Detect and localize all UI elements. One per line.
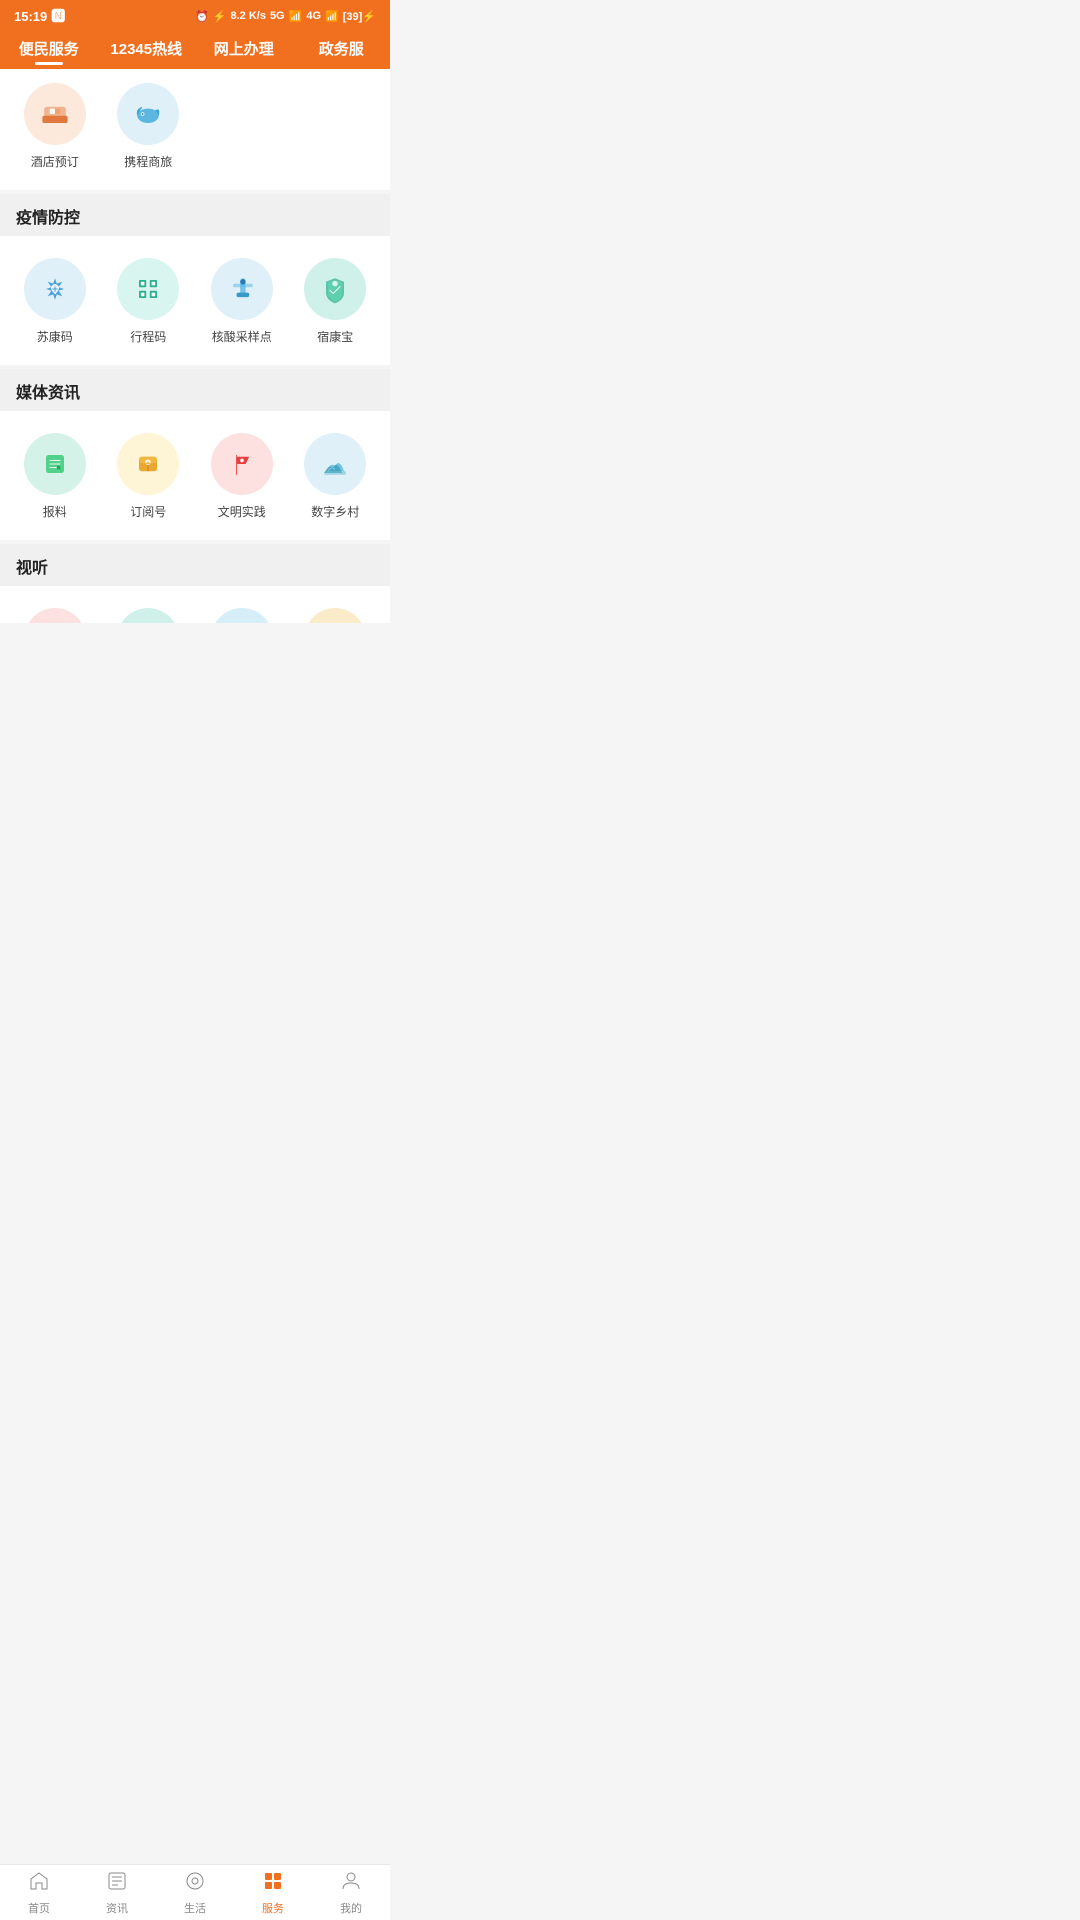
report-icon-circle	[24, 433, 86, 495]
icon-item-hotel[interactable]: 酒店预订	[8, 77, 102, 178]
icon-item-ctrip[interactable]: 携程商旅	[102, 77, 196, 178]
nav-item-service[interactable]: 服务	[234, 1865, 312, 1920]
tripcode-label: 行程码	[130, 328, 166, 345]
icon-item-tv[interactable]: 电视	[8, 602, 102, 623]
mine-icon	[339, 1869, 363, 1897]
radio-icon	[130, 621, 166, 623]
tab-government[interactable]: 政务服	[293, 30, 391, 63]
shield-icon	[317, 271, 353, 307]
section-header-epidemic: 疫情防控	[0, 194, 390, 236]
main-content: 酒店预订 携程商旅 疫情防控	[0, 69, 390, 623]
battery-icon: [39]⚡	[343, 10, 376, 23]
hotel-icon	[37, 96, 73, 132]
nucleic-icon	[224, 271, 260, 307]
news-icon	[105, 1869, 129, 1897]
epidemic-grid: 苏康码 行程码	[0, 236, 390, 365]
icon-item-live[interactable]: 活动直播	[195, 602, 289, 623]
signal-bars2: 📶	[325, 10, 339, 23]
report-label: 报料	[43, 503, 67, 520]
icon-item-sukangbao[interactable]: 宿康宝	[289, 252, 383, 353]
trip-code-icon	[130, 271, 166, 307]
nucleic-icon-circle	[211, 258, 273, 320]
health-code-icon	[37, 271, 73, 307]
home-icon	[27, 1869, 51, 1897]
icon-item-flag[interactable]: 文明实践	[195, 427, 289, 528]
flag-label: 文明实践	[218, 503, 266, 520]
sukangbao-icon-circle	[304, 258, 366, 320]
icon-item-nucleic[interactable]: 核酸采样点	[195, 252, 289, 353]
section-header-media: 媒体资讯	[0, 369, 390, 411]
icon-item-village[interactable]: 数字乡村	[289, 427, 383, 528]
flag-icon-circle	[211, 433, 273, 495]
video-icon	[317, 621, 353, 623]
tab-convenience[interactable]: 便民服务	[0, 30, 98, 63]
status-right: ⏰ ⚡ 8.2 K/s 5G 📶 4G 📶 [39]⚡	[195, 10, 376, 23]
live-icon	[224, 621, 260, 623]
sukangma-label: 苏康码	[37, 328, 73, 345]
nav-item-news[interactable]: 资讯	[78, 1865, 156, 1920]
tv-icon-circle	[24, 608, 86, 623]
icon-item-tripcode[interactable]: 行程码	[102, 252, 196, 353]
status-left: 15:19 🅽	[14, 6, 65, 26]
ctrip-icon-circle	[117, 83, 179, 145]
speed: 8.2 K/s	[230, 10, 265, 22]
nav-tabs: 便民服务 12345热线 网上办理 政务服	[0, 30, 390, 69]
av-grid: 电视 广播	[0, 586, 390, 623]
status-bar: 15:19 🅽 ⏰ ⚡ 8.2 K/s 5G 📶 4G 📶 [39]⚡	[0, 0, 390, 30]
dolphin-icon	[130, 96, 166, 132]
icon-item-radio[interactable]: 广播	[102, 602, 196, 623]
top-partial-row: 酒店预订 携程商旅	[0, 69, 390, 190]
alarm-icon: ⏰	[195, 10, 209, 23]
service-icon	[261, 1869, 285, 1897]
section-header-av: 视听	[0, 544, 390, 586]
village-label: 数字乡村	[311, 503, 359, 520]
network2-icon: 4G	[306, 10, 321, 22]
media-grid: 报料 订阅号	[0, 411, 390, 540]
flag-icon	[224, 446, 260, 482]
icon-item-video[interactable]: 视频	[289, 602, 383, 623]
hotel-label: 酒店预订	[31, 153, 79, 170]
nucleic-label: 核酸采样点	[212, 328, 272, 345]
nav-item-home[interactable]: 首页	[0, 1865, 78, 1920]
nfc-icon: 🅽	[51, 6, 65, 26]
radio-icon-circle	[117, 608, 179, 623]
sukangbao-label: 宿康宝	[317, 328, 353, 345]
village-icon-circle	[304, 433, 366, 495]
network-icon: 5G	[270, 10, 285, 22]
village-icon	[317, 446, 353, 482]
video-icon-circle	[304, 608, 366, 623]
icon-item-sukangma[interactable]: 苏康码	[8, 252, 102, 353]
nav-item-life[interactable]: 生活	[156, 1865, 234, 1920]
signal-bars: 📶	[289, 10, 303, 23]
live-icon-circle	[211, 608, 273, 623]
report-icon	[37, 446, 73, 482]
subscribe-icon-circle	[117, 433, 179, 495]
tv-icon	[37, 621, 73, 623]
subscribe-icon	[130, 446, 166, 482]
subscribe-label: 订阅号	[130, 503, 166, 520]
tab-online[interactable]: 网上办理	[195, 30, 293, 63]
icon-item-report[interactable]: 报料	[8, 427, 102, 528]
hotel-icon-circle	[24, 83, 86, 145]
ctrip-label: 携程商旅	[124, 153, 172, 170]
life-icon	[183, 1869, 207, 1897]
bluetooth-icon: ⚡	[213, 10, 227, 23]
time: 15:19	[14, 9, 47, 24]
bottom-nav: 首页 资讯 生活	[0, 1864, 390, 1920]
sukangma-icon-circle	[24, 258, 86, 320]
tripcode-icon-circle	[117, 258, 179, 320]
icon-item-subscribe[interactable]: 订阅号	[102, 427, 196, 528]
tab-hotline[interactable]: 12345热线	[98, 30, 196, 63]
nav-item-mine[interactable]: 我的	[312, 1865, 390, 1920]
